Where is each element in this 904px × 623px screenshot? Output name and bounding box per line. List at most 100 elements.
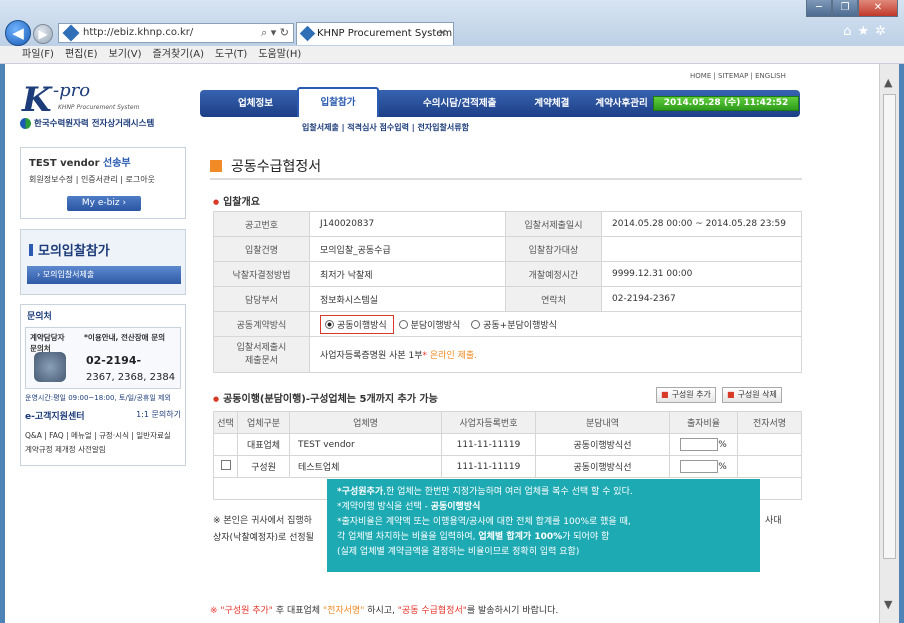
row-type: 구성원 — [237, 455, 290, 478]
mock-bid-panel: 모의입찰참가 › 모의입찰서제출 — [20, 229, 186, 295]
address-bar[interactable]: http://ebiz.khnp.co.kr/ ⌕ ▾ ↻ — [58, 23, 294, 43]
col-signature: 전자서명 — [737, 411, 802, 434]
joint-method-options: 공동이행방식 분담이행방식 공동+분담이행방식 — [309, 311, 802, 337]
row-reg: 111-11-11119 — [441, 455, 536, 478]
row-ratio: % — [669, 455, 738, 478]
home-icon[interactable]: ⌂ — [843, 24, 857, 39]
col-ratio: 출자비율 — [669, 411, 738, 434]
note-line-1-end: 사대 — [765, 516, 782, 526]
value-dept: 정보화시스템실 — [309, 286, 506, 312]
search-refresh-icons[interactable]: ⌕ ▾ ↻ — [261, 24, 289, 42]
label-opening-time: 개찰예정시간 — [505, 261, 602, 287]
ratio-input[interactable] — [680, 460, 719, 473]
label-dept: 담당부서 — [213, 286, 310, 312]
back-button[interactable]: ◀ — [5, 20, 31, 46]
tip-line-4: 각 업체별 차지하는 비율을 입력하여, 업체별 합계가 100%가 되어야 함 — [337, 532, 610, 542]
radio-joint-split[interactable]: 공동+분담이행방식 — [471, 319, 557, 331]
row-reg: 111-11-11119 — [441, 433, 536, 456]
title-divider — [210, 178, 802, 180]
col-select: 선택 — [213, 411, 238, 434]
contact-hours: 운영시간:평일 09:00~18:00, 토/일/공휴일 제외 — [25, 394, 171, 402]
radio-joint[interactable]: 공동이행방식 — [320, 314, 394, 334]
logo-korean: 한국수력원자력 전자상거래시스템 — [20, 117, 154, 129]
khnp-logo-icon — [20, 118, 31, 129]
contact-phone: 02-2194- — [86, 354, 142, 367]
menu-favorites[interactable]: 즐겨찾기(A) — [153, 46, 204, 63]
value-docs: 사업자등록증명원 사본 1부* 온라인 제출. — [309, 336, 802, 373]
radio-split[interactable]: 분담이행방식 — [398, 319, 460, 331]
row-type: 대표업체 — [237, 433, 290, 456]
tab-close-icon[interactable]: ✕ — [439, 23, 447, 44]
add-member-button[interactable]: 구성원 추가 — [656, 387, 716, 403]
label-joint-method: 공동계약방식 — [213, 311, 310, 337]
inquiry-link[interactable]: 1:1 문의하기 — [136, 409, 181, 420]
tip-line-1: *구성원추가,한 업체는 한번만 지정가능하며 여러 업체를 복수 선택 할 수… — [337, 487, 633, 497]
user-panel: TEST vendor 선송부 회원정보수정 | 인증서관리 | 로그아웃 My… — [20, 147, 186, 219]
row-name: TEST vendor — [289, 433, 442, 456]
user-links[interactable]: 회원정보수정 | 인증서관리 | 로그아웃 — [29, 174, 155, 185]
value-target — [601, 236, 802, 262]
utility-links[interactable]: HOME | SITEMAP | ENGLISH — [690, 72, 786, 80]
label-notice-no: 공고번호 — [213, 211, 310, 237]
help-tooltip: *구성원추가,한 업체는 한번만 지정가능하며 여러 업체를 복수 선택 할 수… — [327, 479, 760, 572]
table-row: 구성원 테스트업체 111-11-11119 공동이행방식선 % — [213, 455, 802, 478]
row-name: 테스트업체 — [289, 455, 442, 478]
row-share: 공동이행방식선 — [535, 433, 670, 456]
star-icon[interactable]: ★ — [857, 24, 875, 39]
nav-contract[interactable]: 계약체결 — [496, 90, 569, 117]
label-contact: 연락처 — [505, 286, 602, 312]
value-bid-name: 모의입찰_공동수급 — [309, 236, 506, 262]
scroll-up-icon[interactable]: ▲ — [884, 76, 892, 89]
menu-view[interactable]: 보기(V) — [109, 46, 142, 63]
label-docs: 입찰서제출시 제출문서 — [213, 336, 310, 373]
menu-tools[interactable]: 도구(T) — [215, 46, 247, 63]
forward-button[interactable]: ▶ — [33, 24, 53, 44]
my-ebiz-button[interactable]: My e-biz › — [67, 196, 141, 211]
delete-member-button[interactable]: 구성원 삭제 — [722, 387, 782, 403]
radio-joint-dot[interactable] — [325, 319, 334, 329]
scroll-thumb[interactable] — [883, 94, 896, 559]
menu-help[interactable]: 도움말(H) — [258, 46, 301, 63]
logo-k[interactable]: K — [22, 80, 52, 120]
contact-phone-ext: 2367, 2368, 2384 — [86, 372, 176, 383]
support-center-title: e-고객지원센터 — [25, 412, 85, 422]
ratio-input[interactable] — [680, 438, 719, 451]
tab-favicon-icon — [299, 25, 316, 42]
row-ratio: % — [669, 433, 738, 456]
sub-nav[interactable]: 입찰서제출 | 적격심사 점수입력 | 전자입찰서류함 — [302, 122, 469, 133]
nav-negotiation[interactable]: 수의시담/견적제출 — [385, 90, 496, 117]
scroll-down-icon[interactable]: ▼ — [884, 598, 892, 611]
url-text: http://ebiz.khnp.co.kr/ — [83, 27, 194, 38]
row-share: 공동이행방식선 — [535, 455, 670, 478]
support-links[interactable]: Q&A | FAQ | 메뉴얼 | 규정·시식 | 일반자료실 계약규정 제개정… — [25, 429, 185, 457]
maximize-button[interactable]: ❐ — [832, 0, 858, 17]
bid-info-table: 공고번호 J140020837 입찰서제출일시 2014.05.28 00:00… — [213, 211, 802, 373]
site-icon — [62, 24, 80, 42]
nav-bid-participation[interactable]: 입찰참가 — [297, 87, 379, 117]
menu-edit[interactable]: 편집(E) — [65, 46, 98, 63]
vertical-scrollbar[interactable]: ▲ ▼ — [879, 64, 899, 623]
label-bid-name: 입찰건명 — [213, 236, 310, 262]
value-notice-no: J140020837 — [309, 211, 506, 237]
contact-info: 계약담당자 문의처 *이용안내, 전산장애 문의 02-2194- 2367, … — [25, 327, 181, 389]
col-name: 업체명 — [289, 411, 442, 434]
col-share: 분담내역 — [535, 411, 670, 434]
browser-tab[interactable]: KHNP Procurement System ✕ — [296, 22, 454, 45]
mock-bid-submit-link[interactable]: › 모의입찰서제출 — [27, 266, 181, 284]
row-checkbox[interactable] — [220, 460, 231, 470]
value-award-method: 최저가 낙찰제 — [309, 261, 506, 287]
note-line-2: 상자(낙찰예정자)로 선정될 — [213, 533, 314, 543]
contact-label-support: *이용안내, 전산장애 문의 — [84, 333, 165, 342]
menu-file[interactable]: 파일(F) — [22, 46, 54, 63]
tip-line-5: (실제 업체별 계약금액을 결정하는 비율이므로 정확히 입력 요함) — [337, 547, 580, 557]
label-target: 입찰참가대상 — [505, 236, 602, 262]
gear-icon[interactable]: ✲ — [875, 24, 892, 39]
nav-company-info[interactable]: 업체정보 — [200, 90, 273, 117]
nav-post-contract[interactable]: 계약사후관리 — [569, 90, 647, 117]
tip-line-3: *출자비율은 계약액 또는 이행용역/공사에 대한 전체 합계를 100%로 했… — [337, 517, 631, 527]
value-opening-time: 9999.12.31 00:00 — [601, 261, 802, 287]
close-window-button[interactable]: ✕ — [858, 0, 898, 17]
minimize-button[interactable]: ─ — [806, 0, 832, 17]
logo-subtitle: KHNP Procurement System — [58, 104, 140, 111]
window-controls: ─ ❐ ✕ — [806, 0, 898, 17]
